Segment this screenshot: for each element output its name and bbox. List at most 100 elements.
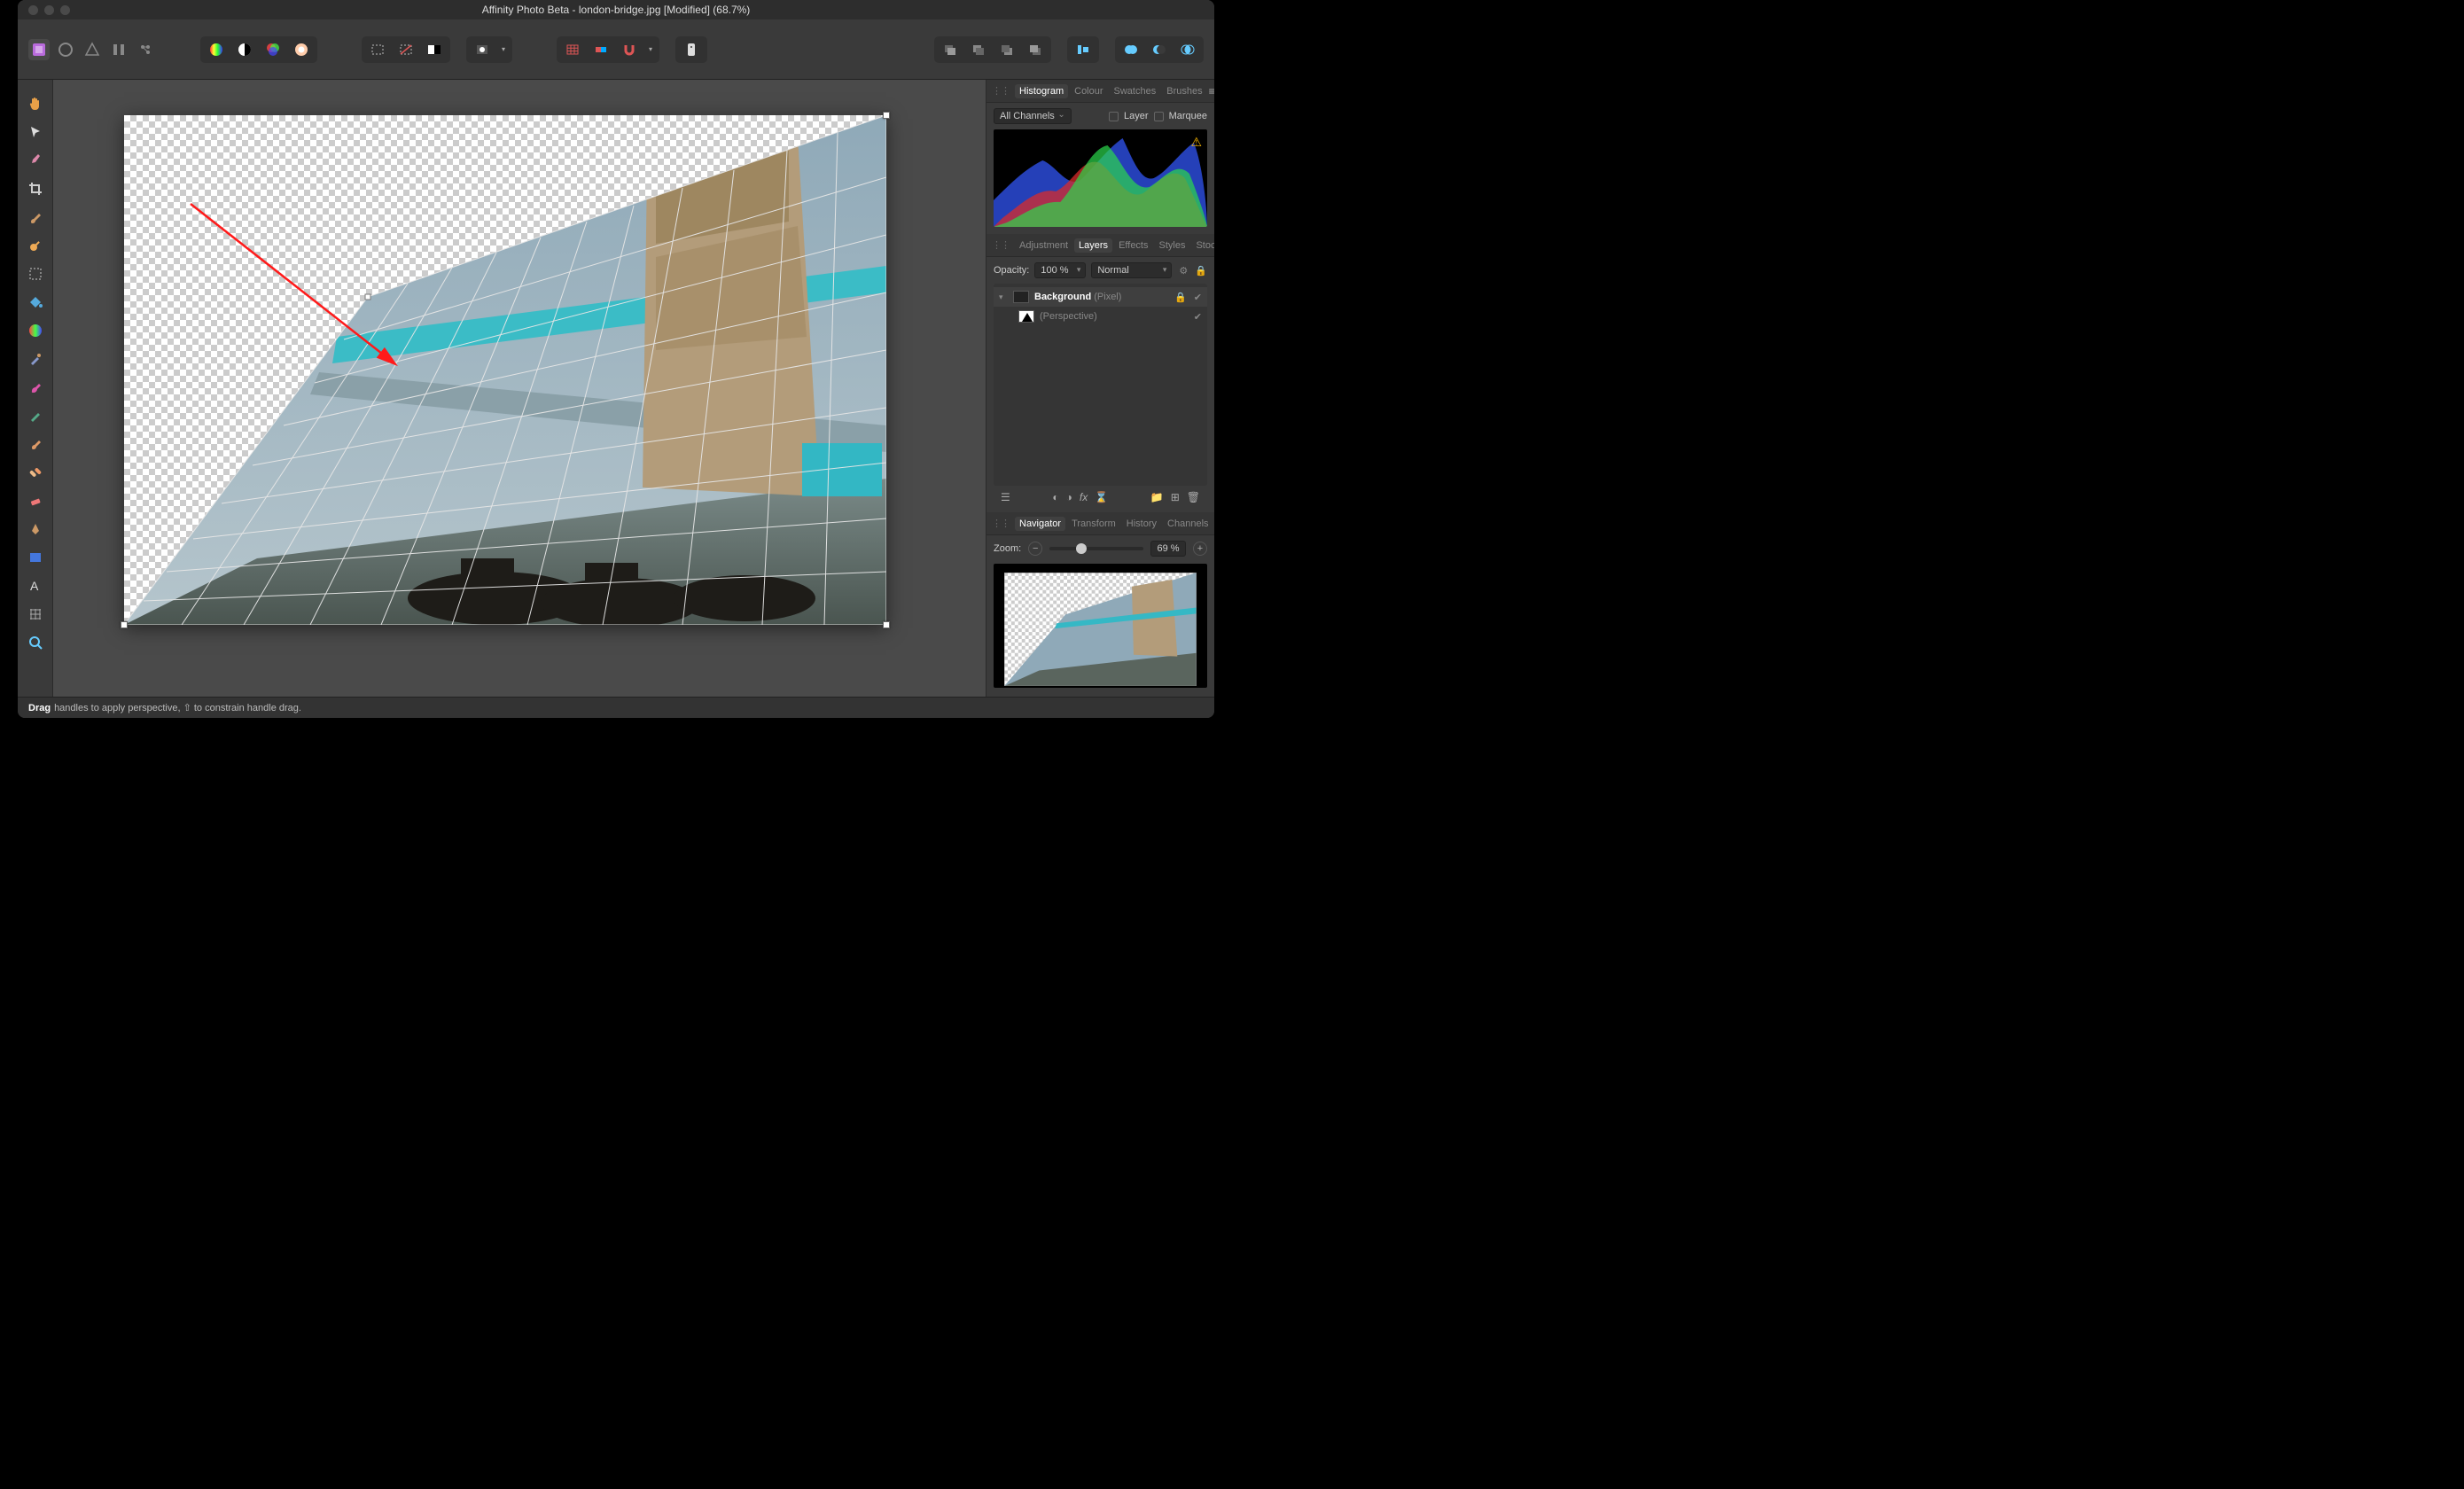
close-window-icon[interactable]	[28, 5, 38, 15]
text-tool[interactable]: A	[26, 576, 45, 596]
tab-adjustment[interactable]: Adjustment	[1015, 238, 1072, 253]
liquify-persona-button[interactable]	[55, 39, 76, 60]
panel-menu-icon[interactable]: ≡▾	[1209, 85, 1214, 97]
panel-grip-icon[interactable]: ⋮⋮	[992, 85, 1010, 97]
tab-transform[interactable]: Transform	[1067, 517, 1120, 531]
titlebar[interactable]: Affinity Photo Beta - london-bridge.jpg …	[18, 0, 1214, 19]
zoom-slider-thumb[interactable]	[1076, 543, 1087, 554]
tab-history[interactable]: History	[1122, 517, 1161, 531]
tab-colour[interactable]: Colour	[1070, 84, 1107, 98]
blend-mode-select[interactable]: Normal	[1091, 262, 1172, 278]
canvas[interactable]	[53, 80, 986, 697]
tab-layers[interactable]: Layers	[1074, 238, 1112, 253]
zoom-value-field[interactable]: 69 %	[1150, 541, 1186, 557]
tab-stock[interactable]: Stock	[1191, 238, 1214, 253]
deselect-icon[interactable]	[394, 40, 418, 59]
tab-histogram[interactable]: Histogram	[1015, 84, 1068, 98]
move-front-icon[interactable]	[1023, 40, 1048, 59]
perspective-handle-br[interactable]	[883, 621, 890, 628]
subtract-icon[interactable]	[1147, 40, 1172, 59]
photo-persona-button[interactable]	[28, 39, 50, 60]
develop-persona-button[interactable]	[82, 39, 103, 60]
tab-channels[interactable]: Channels	[1163, 517, 1213, 531]
zoom-in-button[interactable]: +	[1193, 542, 1207, 556]
back-one-icon[interactable]	[966, 40, 991, 59]
tab-navigator[interactable]: Navigator	[1015, 517, 1065, 531]
cog-icon[interactable]: ⚙	[1179, 265, 1188, 277]
painting-brush-tool[interactable]	[26, 207, 45, 227]
histogram-marquee-checkbox[interactable]	[1154, 112, 1164, 121]
greyscale-icon[interactable]	[232, 40, 257, 59]
lock-icon[interactable]: 🔒	[1195, 265, 1207, 277]
snapping-dropdown[interactable]: ▾	[645, 45, 656, 53]
zoom-window-icon[interactable]	[60, 5, 70, 15]
gradient-tool[interactable]	[26, 321, 45, 340]
export-persona-button[interactable]	[135, 39, 156, 60]
snapping-magnet-icon[interactable]	[617, 40, 642, 59]
add-icon[interactable]	[1119, 40, 1143, 59]
perspective-handle-bl[interactable]	[121, 621, 128, 628]
quickmask-icon[interactable]	[470, 40, 495, 59]
zoom-slider[interactable]	[1049, 547, 1143, 550]
assistant-icon[interactable]	[679, 40, 704, 59]
tab-swatches[interactable]: Swatches	[1110, 84, 1161, 98]
paint-brush-tool[interactable]	[26, 349, 45, 369]
flood-fill-tool[interactable]	[26, 292, 45, 312]
layer-visible-checkbox[interactable]: ✔	[1194, 311, 1202, 323]
erase-tool[interactable]	[26, 491, 45, 511]
perspective-handle-tr[interactable]	[883, 112, 890, 119]
layer-row-perspective[interactable]: (Perspective) ✔	[994, 307, 1207, 326]
layer-stack-icon[interactable]: ☰	[1001, 491, 1010, 503]
panel-grip-icon[interactable]: ⋮⋮	[992, 239, 1010, 251]
minimize-window-icon[interactable]	[44, 5, 54, 15]
live-filter-icon[interactable]: ⌛	[1095, 491, 1108, 503]
align-icon[interactable]	[1071, 40, 1096, 59]
marquee-tool[interactable]	[26, 264, 45, 284]
hand-tool[interactable]	[26, 94, 45, 113]
delete-layer-icon[interactable]: 🗑	[1187, 491, 1200, 503]
move-back-icon[interactable]	[938, 40, 963, 59]
layer-row-background[interactable]: ▾ Background (Pixel) 🔒 ✔	[994, 287, 1207, 307]
layer-visible-checkbox[interactable]: ✔	[1194, 292, 1202, 303]
add-layer-icon[interactable]: ⊞	[1171, 491, 1180, 503]
lab-icon[interactable]	[289, 40, 314, 59]
invert-pixel-icon[interactable]	[422, 40, 447, 59]
adjustment-icon[interactable]: ◑	[1066, 491, 1072, 503]
healing-tool[interactable]	[26, 463, 45, 482]
tab-brushes[interactable]: Brushes	[1162, 84, 1206, 98]
swatches-icon[interactable]	[204, 40, 229, 59]
rgb-icon[interactable]	[261, 40, 285, 59]
panel-grip-icon[interactable]: ⋮⋮	[992, 518, 1010, 529]
pen-tool[interactable]	[26, 519, 45, 539]
move-tool[interactable]	[26, 122, 45, 142]
mesh-warp-tool[interactable]	[26, 604, 45, 624]
tab-effects[interactable]: Effects	[1114, 238, 1152, 253]
histogram-channel-select[interactable]: All Channels	[994, 108, 1072, 124]
histogram-graph[interactable]: ⚠	[994, 129, 1207, 227]
clone-tool[interactable]	[26, 378, 45, 397]
rectangle-tool[interactable]	[26, 548, 45, 567]
force-pixel-icon[interactable]	[589, 40, 613, 59]
zoom-tool[interactable]	[26, 633, 45, 652]
color-picker-tool[interactable]	[26, 151, 45, 170]
dodge-tool[interactable]	[26, 236, 45, 255]
opacity-field[interactable]: 100 %	[1034, 262, 1086, 278]
navigator-preview[interactable]	[994, 564, 1207, 688]
mixer-brush-tool[interactable]	[26, 406, 45, 425]
forward-one-icon[interactable]	[994, 40, 1019, 59]
histogram-layer-checkbox[interactable]	[1109, 112, 1119, 121]
smudge-tool[interactable]	[26, 434, 45, 454]
tone-mapping-persona-button[interactable]	[108, 39, 129, 60]
grid-icon[interactable]	[560, 40, 585, 59]
document[interactable]	[124, 115, 886, 625]
marquee-select-icon[interactable]	[365, 40, 390, 59]
intersect-icon[interactable]	[1175, 40, 1200, 59]
disclosure-icon[interactable]: ▾	[999, 292, 1008, 302]
crop-tool[interactable]	[26, 179, 45, 199]
tab-styles[interactable]: Styles	[1155, 238, 1190, 253]
layer-lock-icon[interactable]: 🔒	[1174, 292, 1187, 303]
fx-icon[interactable]: fx	[1080, 491, 1088, 503]
folder-icon[interactable]: 📁	[1150, 491, 1164, 503]
mask-icon[interactable]: ◐	[1052, 491, 1058, 503]
quickmask-dropdown[interactable]: ▾	[498, 45, 509, 53]
